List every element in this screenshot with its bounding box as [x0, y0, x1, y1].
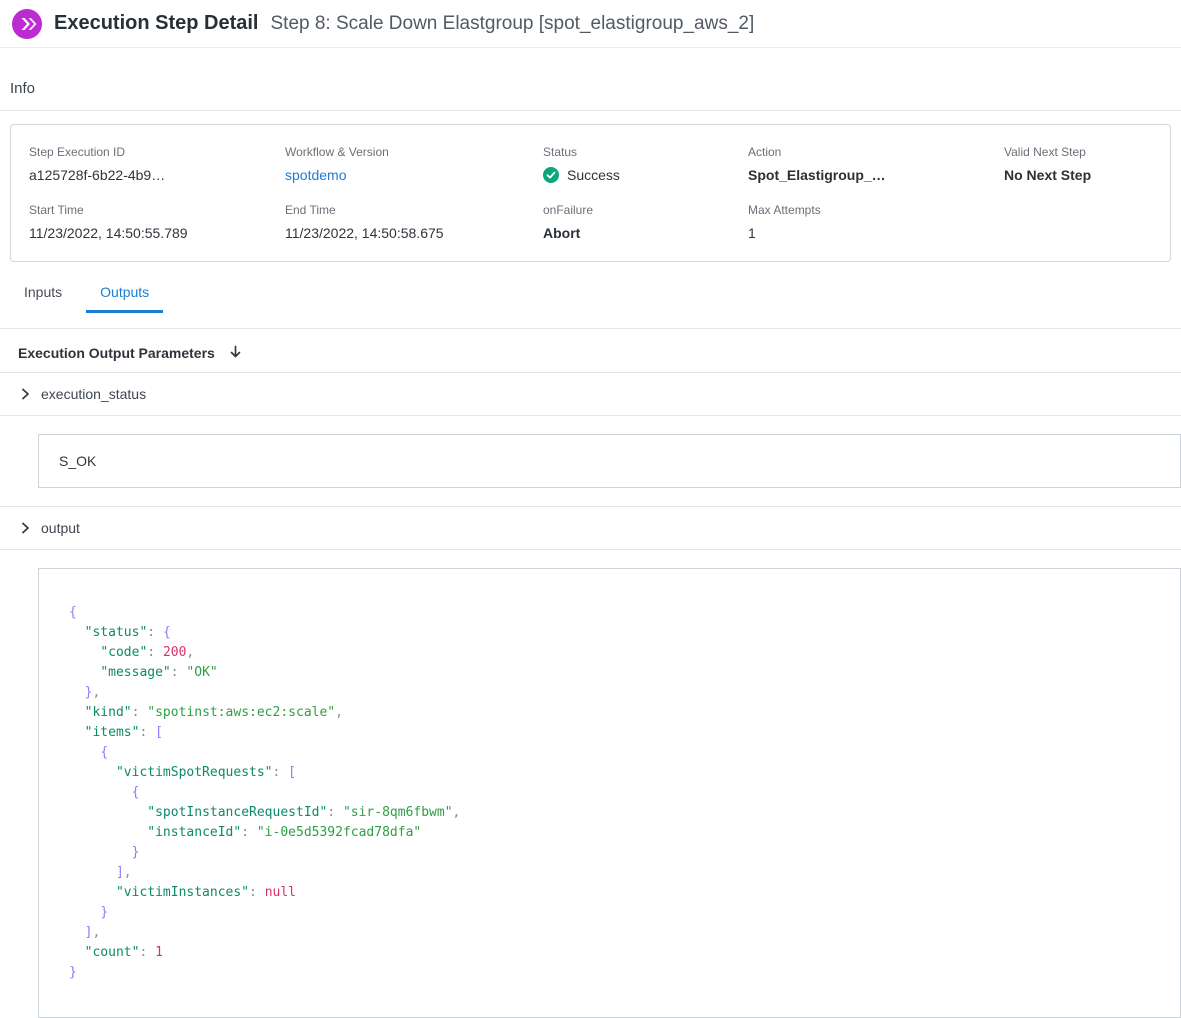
- param-row-execution-status[interactable]: execution_status: [0, 373, 1181, 416]
- field-status: Status Success: [543, 145, 748, 183]
- output-params-title: Execution Output Parameters: [18, 345, 215, 361]
- field-label: End Time: [285, 203, 543, 217]
- field-value: Spot_Elastigroup_…: [748, 167, 1004, 183]
- param-name: output: [41, 520, 80, 536]
- field-label: Valid Next Step: [1004, 145, 1152, 159]
- info-row-1: Step Execution ID a125728f-6b22-4b9… Wor…: [29, 145, 1152, 183]
- field-max-attempts: Max Attempts 1: [748, 203, 1004, 241]
- page-title: Execution Step Detail: [54, 12, 259, 35]
- execution-status-value: S_OK: [59, 453, 96, 469]
- status-text: Success: [567, 167, 620, 183]
- download-icon[interactable]: [227, 344, 244, 361]
- field-value: 11/23/2022, 14:50:58.675: [285, 225, 543, 241]
- info-section-label: Info: [0, 48, 1181, 111]
- tab-outputs[interactable]: Outputs: [86, 284, 163, 313]
- info-card: Step Execution ID a125728f-6b22-4b9… Wor…: [10, 124, 1171, 262]
- field-label: Workflow & Version: [285, 145, 543, 159]
- field-value: Abort: [543, 225, 748, 241]
- field-value: 11/23/2022, 14:50:55.789: [29, 225, 285, 241]
- workflow-link[interactable]: spotdemo: [285, 167, 543, 183]
- field-label: Status: [543, 145, 748, 159]
- tabs: Inputs Outputs: [0, 284, 1181, 313]
- status-badge: Success: [543, 167, 748, 183]
- field-workflow-version: Workflow & Version spotdemo: [285, 145, 543, 183]
- page-subtitle: Step 8: Scale Down Elastgroup [spot_elas…: [271, 13, 755, 35]
- param-name: execution_status: [41, 386, 146, 402]
- param-row-output[interactable]: output: [0, 506, 1181, 550]
- output-json-code: { "status": { "code": 200, "message": "O…: [69, 603, 1150, 983]
- field-empty: [1004, 203, 1152, 241]
- chevron-right-icon: [18, 521, 32, 535]
- output-params-header: Execution Output Parameters: [0, 329, 1181, 373]
- field-label: Max Attempts: [748, 203, 1004, 217]
- field-label: onFailure: [543, 203, 748, 217]
- param-value-box: S_OK: [38, 434, 1181, 488]
- field-action: Action Spot_Elastigroup_…: [748, 145, 1004, 183]
- field-label: Action: [748, 145, 1004, 159]
- success-check-icon: [543, 167, 559, 183]
- field-value: 1: [748, 225, 1004, 241]
- field-value: No Next Step: [1004, 167, 1152, 183]
- field-start-time: Start Time 11/23/2022, 14:50:55.789: [29, 203, 285, 241]
- field-step-execution-id: Step Execution ID a125728f-6b22-4b9…: [29, 145, 285, 183]
- field-value: a125728f-6b22-4b9…: [29, 167, 285, 183]
- output-json-box: { "status": { "code": 200, "message": "O…: [38, 568, 1181, 1018]
- chevron-right-icon: [18, 387, 32, 401]
- tab-inputs[interactable]: Inputs: [10, 284, 76, 313]
- app-logo-icon: [12, 9, 42, 39]
- field-label: Start Time: [29, 203, 285, 217]
- field-valid-next-step: Valid Next Step No Next Step: [1004, 145, 1152, 183]
- field-on-failure: onFailure Abort: [543, 203, 748, 241]
- app-header: Execution Step Detail Step 8: Scale Down…: [0, 0, 1181, 48]
- field-label: Step Execution ID: [29, 145, 285, 159]
- field-end-time: End Time 11/23/2022, 14:50:58.675: [285, 203, 543, 241]
- info-row-2: Start Time 11/23/2022, 14:50:55.789 End …: [29, 203, 1152, 241]
